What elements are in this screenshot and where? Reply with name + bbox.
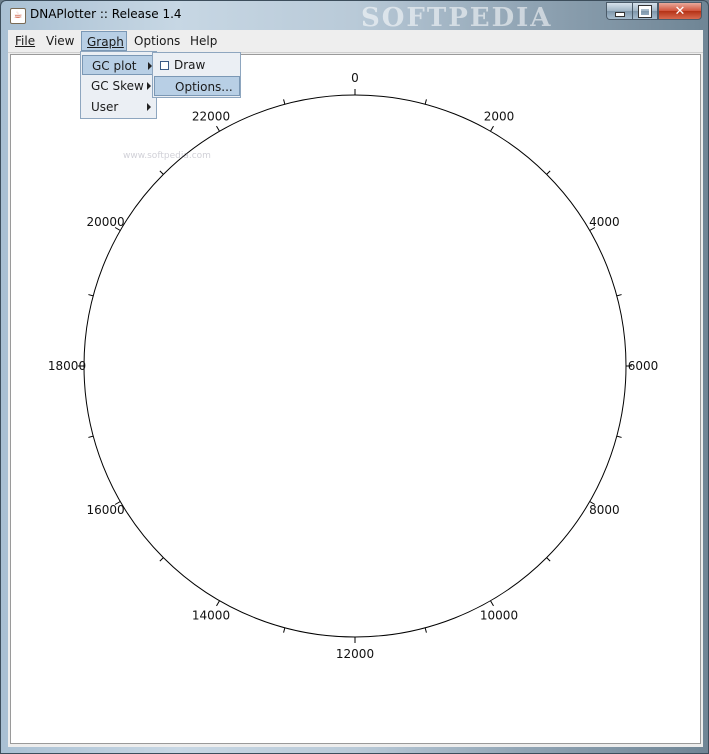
menu-draw-label: Draw — [174, 58, 206, 72]
menu-gc-skew-label: GC Skew — [91, 79, 144, 93]
menu-options[interactable]: Options — [129, 31, 185, 51]
major-tick — [216, 125, 220, 132]
client-area: File View Graph Options Help 0 2000 4000 60… — [8, 30, 703, 747]
menu-gc-options-label: Options... — [175, 80, 233, 94]
maximize-button[interactable] — [632, 2, 658, 20]
maximize-icon — [639, 5, 651, 17]
minor-tick — [424, 627, 427, 633]
minimize-button[interactable] — [606, 2, 632, 20]
circular-plot: 0 2000 4000 6000 8000 10000 12000 14000 16000 180… — [48, 71, 659, 661]
tick-label-22000: 22000 — [192, 110, 230, 124]
tick-label-20000: 20000 — [86, 215, 124, 229]
title-bar[interactable]: ☕ DNAPlotter :: Release 1.4 SOFTPEDIA ✕ — [1, 1, 708, 33]
menu-view[interactable]: View — [41, 31, 79, 51]
menu-gc-skew[interactable]: GC Skew — [82, 76, 155, 96]
menu-view-label: View — [46, 34, 75, 48]
menu-graph[interactable]: Graph — [81, 31, 127, 51]
menu-bar: File View Graph Options Help — [8, 30, 703, 53]
close-button[interactable]: ✕ — [658, 2, 702, 20]
tick-label-12000: 12000 — [336, 647, 374, 661]
watermark-url: www.softpedia.com — [123, 151, 211, 161]
menu-gc-plot-label: GC plot — [92, 59, 137, 73]
sequence-circle — [83, 94, 627, 638]
tick-label-10000: 10000 — [480, 608, 518, 622]
tick-label-16000: 16000 — [86, 503, 124, 517]
menu-user-label: User — [91, 100, 119, 114]
menu-help-label: Help — [190, 34, 218, 48]
graph-dropdown: GC plot GC Skew User — [80, 51, 157, 119]
watermark-logo: SOFTPEDIA — [361, 3, 553, 33]
window-title: DNAPlotter :: Release 1.4 — [30, 7, 182, 21]
major-tick — [490, 125, 494, 132]
menu-draw[interactable]: Draw — [154, 55, 239, 75]
menu-options-label: Options — [134, 34, 181, 48]
close-icon: ✕ — [674, 3, 686, 19]
minor-tick — [159, 170, 164, 175]
submenu-arrow-icon — [147, 82, 151, 90]
minor-tick — [283, 627, 286, 633]
java-cup-icon[interactable]: ☕ — [10, 8, 26, 24]
checkbox-icon[interactable] — [160, 61, 169, 70]
major-tick — [216, 600, 220, 607]
minor-tick — [616, 294, 622, 297]
minimize-icon — [614, 11, 625, 17]
tick-label-4000: 4000 — [589, 215, 620, 229]
tick-label-8000: 8000 — [589, 503, 620, 517]
menu-user[interactable]: User — [82, 97, 155, 117]
tick-label-2000: 2000 — [484, 110, 515, 124]
minor-tick — [616, 435, 622, 438]
menu-graph-label: Graph — [87, 35, 124, 49]
minor-tick — [159, 557, 164, 562]
tick-label-0: 0 — [351, 71, 359, 85]
minor-tick — [88, 435, 94, 438]
plot-canvas[interactable]: 0 2000 4000 6000 8000 10000 12000 14000 16000 180… — [10, 54, 701, 744]
gc-plot-submenu: Draw Options... — [152, 52, 241, 98]
tick-label-14000: 14000 — [192, 608, 230, 622]
menu-gc-plot[interactable]: GC plot — [82, 55, 155, 75]
menu-gc-options[interactable]: Options... — [154, 76, 240, 96]
menu-help[interactable]: Help — [185, 31, 222, 51]
tick-label-6000: 6000 — [628, 359, 659, 373]
minor-tick — [546, 170, 551, 175]
minor-tick — [546, 557, 551, 562]
menu-file[interactable]: File — [10, 31, 40, 51]
menu-file-label: File — [15, 34, 36, 48]
major-tick — [490, 600, 494, 607]
minor-tick — [88, 294, 94, 297]
minor-tick — [283, 99, 286, 105]
minor-tick — [424, 99, 427, 105]
caption-buttons: ✕ — [606, 2, 702, 20]
tick-label-18000: 18000 — [48, 359, 86, 373]
submenu-arrow-icon — [147, 103, 151, 111]
